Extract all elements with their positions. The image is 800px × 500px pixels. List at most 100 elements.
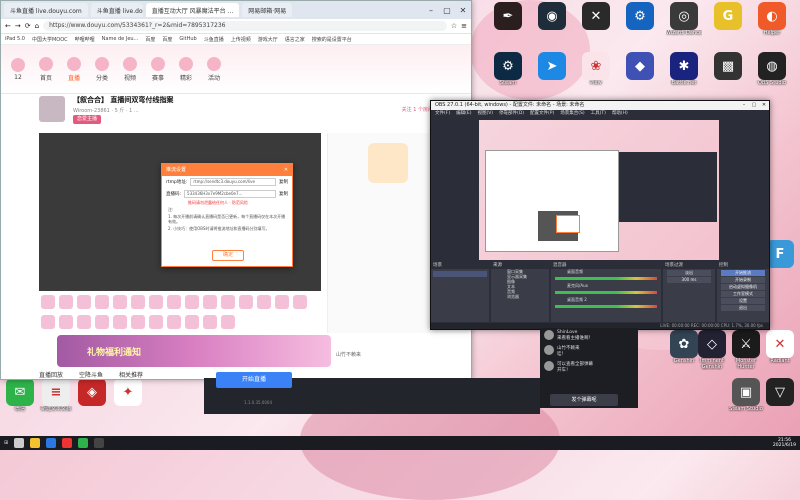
source-item[interactable]: 浏览器 xyxy=(491,294,549,299)
minimize-icon[interactable]: – xyxy=(739,101,749,110)
avatar[interactable] xyxy=(544,345,554,355)
desktop-icon[interactable]: ▽ xyxy=(762,378,798,418)
desktop-icon[interactable]: ➤ xyxy=(534,52,570,92)
browser-tab[interactable]: 斗鱼直播 live.douyu.com xyxy=(90,3,143,17)
clock[interactable]: 21:56 2021/6/19 xyxy=(773,438,796,448)
gift-icon[interactable] xyxy=(77,295,91,309)
gift-icon[interactable] xyxy=(77,315,91,329)
obs-icon[interactable] xyxy=(94,438,105,448)
desktop-icon[interactable]: ≡ 新建文本文档 xyxy=(38,378,74,418)
desktop-icon[interactable]: G xyxy=(710,2,746,42)
tab-related[interactable]: 相关推荐 xyxy=(119,370,143,379)
maximize-icon[interactable]: ▢ xyxy=(749,101,759,110)
confirm-button[interactable]: 确定 xyxy=(212,250,244,261)
follow-info[interactable]: 关注 1 个房间 xyxy=(402,106,433,113)
menu-icon[interactable]: ≡ xyxy=(461,22,467,30)
stream-key-field[interactable]: 533436H3x7e9M2cbe0e7... xyxy=(184,190,276,198)
gift-icon[interactable] xyxy=(131,295,145,309)
browser-tab[interactable]: 斗鱼直播 live.douyu.com xyxy=(4,3,88,17)
menu-item[interactable]: 视图(V) xyxy=(477,110,493,118)
bookmark-link[interactable]: 上传视频 xyxy=(231,36,251,43)
desktop-icon[interactable]: ◍ OBS Studio xyxy=(754,52,790,92)
duration-field[interactable]: 300 ms xyxy=(667,277,711,283)
volume-meter[interactable] xyxy=(555,305,657,308)
desktop-icon[interactable]: ◉ xyxy=(534,2,570,42)
gift-icon[interactable] xyxy=(167,315,181,329)
gift-icon[interactable] xyxy=(131,315,145,329)
control-button[interactable]: 退出 xyxy=(721,305,765,311)
bookmark-link[interactable]: 游戏大厅 xyxy=(258,36,278,43)
bookmark-link[interactable]: 百度 xyxy=(145,36,155,43)
bookmark-link[interactable]: 哔哩哔哩 xyxy=(75,36,95,43)
scene-item[interactable] xyxy=(433,271,487,277)
obs-preview[interactable] xyxy=(479,120,719,260)
close-icon[interactable]: ✕ xyxy=(280,164,292,176)
gift-icon[interactable] xyxy=(221,295,235,309)
send-danmaku-button[interactable]: 发个弹幕呢 xyxy=(550,394,618,406)
close-icon[interactable]: ✕ xyxy=(759,101,769,110)
desktop-icon[interactable]: ✒ xyxy=(490,2,526,42)
gift-icon[interactable] xyxy=(59,295,73,309)
nav-item[interactable]: 分类 xyxy=(95,56,109,82)
avatar[interactable] xyxy=(544,361,554,371)
gift-icon[interactable] xyxy=(203,295,217,309)
desktop-icon[interactable]: ✱ Battle.net xyxy=(666,52,702,92)
nav-item[interactable]: 12 xyxy=(11,57,25,81)
gift-icon[interactable] xyxy=(221,315,235,329)
forward-icon[interactable]: → xyxy=(15,22,21,30)
avatar[interactable] xyxy=(39,96,65,122)
desktop-icon[interactable]: ◐ Helper xyxy=(754,2,790,42)
gift-icon[interactable] xyxy=(185,295,199,309)
desktop-icon[interactable]: ✦ xyxy=(110,378,146,418)
bookmark-link[interactable]: 百度 xyxy=(162,36,172,43)
tab-replay[interactable]: 直播回放 xyxy=(39,370,63,379)
copy-rtmp-button[interactable]: 复制 xyxy=(279,179,288,185)
maximize-icon[interactable]: ▢ xyxy=(439,6,455,15)
close-icon[interactable]: ✕ xyxy=(455,6,471,15)
gift-icon[interactable] xyxy=(239,295,253,309)
back-icon[interactable]: ← xyxy=(5,22,11,30)
start-live-button[interactable]: 开始直播 xyxy=(216,372,292,388)
menu-item[interactable]: 工具(T) xyxy=(591,110,606,118)
menu-item[interactable]: 编辑(E) xyxy=(456,110,471,118)
desktop-icon[interactable]: ◎ Wizardi Dance xyxy=(666,2,702,42)
bookmark-link[interactable]: 中国大学MOOC xyxy=(32,36,68,43)
menu-item[interactable]: 帮助(H) xyxy=(612,110,628,118)
desktop-icon[interactable]: ⚙ Steam xyxy=(490,52,526,92)
wechat-icon[interactable] xyxy=(78,438,89,448)
search-icon[interactable] xyxy=(14,438,25,448)
star-icon[interactable]: ☆ xyxy=(451,22,457,30)
gift-icon[interactable] xyxy=(59,315,73,329)
rtmp-field[interactable]: rtmp://sendtc3.douyu.com/live xyxy=(190,178,276,186)
nav-item[interactable]: 活动 xyxy=(207,56,221,82)
desktop-icon[interactable]: ◈ xyxy=(74,378,110,418)
bookmark-link[interactable]: Name de Jeu... xyxy=(102,36,139,42)
gift-icon[interactable] xyxy=(293,295,307,309)
desktop-icon[interactable]: ✕ Radiant xyxy=(762,330,798,370)
gift-icon[interactable] xyxy=(275,295,289,309)
desktop-icon[interactable]: ❀ Pixiv xyxy=(578,52,614,92)
volume-meter[interactable] xyxy=(555,291,657,294)
home-icon[interactable]: ⌂ xyxy=(35,22,39,30)
desktop-icon[interactable]: ⚔ Monster Hunter xyxy=(728,330,764,370)
gift-icon[interactable] xyxy=(167,295,181,309)
gift-icon[interactable] xyxy=(41,315,55,329)
bookmark-link[interactable]: iPad 5.0 xyxy=(5,36,25,42)
desktop-icon[interactable]: ⚙ xyxy=(622,2,658,42)
start-icon[interactable]: ⊞ xyxy=(4,440,8,446)
browser-tab-active[interactable]: 直播互动大厅 风暴魔法平台 ... xyxy=(145,3,240,17)
nav-item[interactable]: 直播 xyxy=(67,56,81,82)
browser-icon[interactable] xyxy=(46,438,57,448)
menu-item[interactable]: 场景集合(S) xyxy=(560,110,584,118)
gift-icon[interactable] xyxy=(41,295,55,309)
desktop-icon[interactable]: ✕ xyxy=(578,2,614,42)
nav-item[interactable]: 视频 xyxy=(123,56,137,82)
avatar[interactable] xyxy=(544,330,554,340)
tab-airdrop[interactable]: 空降斗鱼 xyxy=(79,370,103,379)
app-icon[interactable] xyxy=(62,438,73,448)
gift-banner[interactable]: 礼物福利通知 xyxy=(57,335,331,367)
bookmark-link[interactable]: 斗鱼直播 xyxy=(204,36,224,43)
menu-item[interactable]: 文件(F) xyxy=(435,110,450,118)
bookmark-link[interactable]: 语言之家 xyxy=(285,36,305,43)
nav-item[interactable]: 赛事 xyxy=(151,56,165,82)
